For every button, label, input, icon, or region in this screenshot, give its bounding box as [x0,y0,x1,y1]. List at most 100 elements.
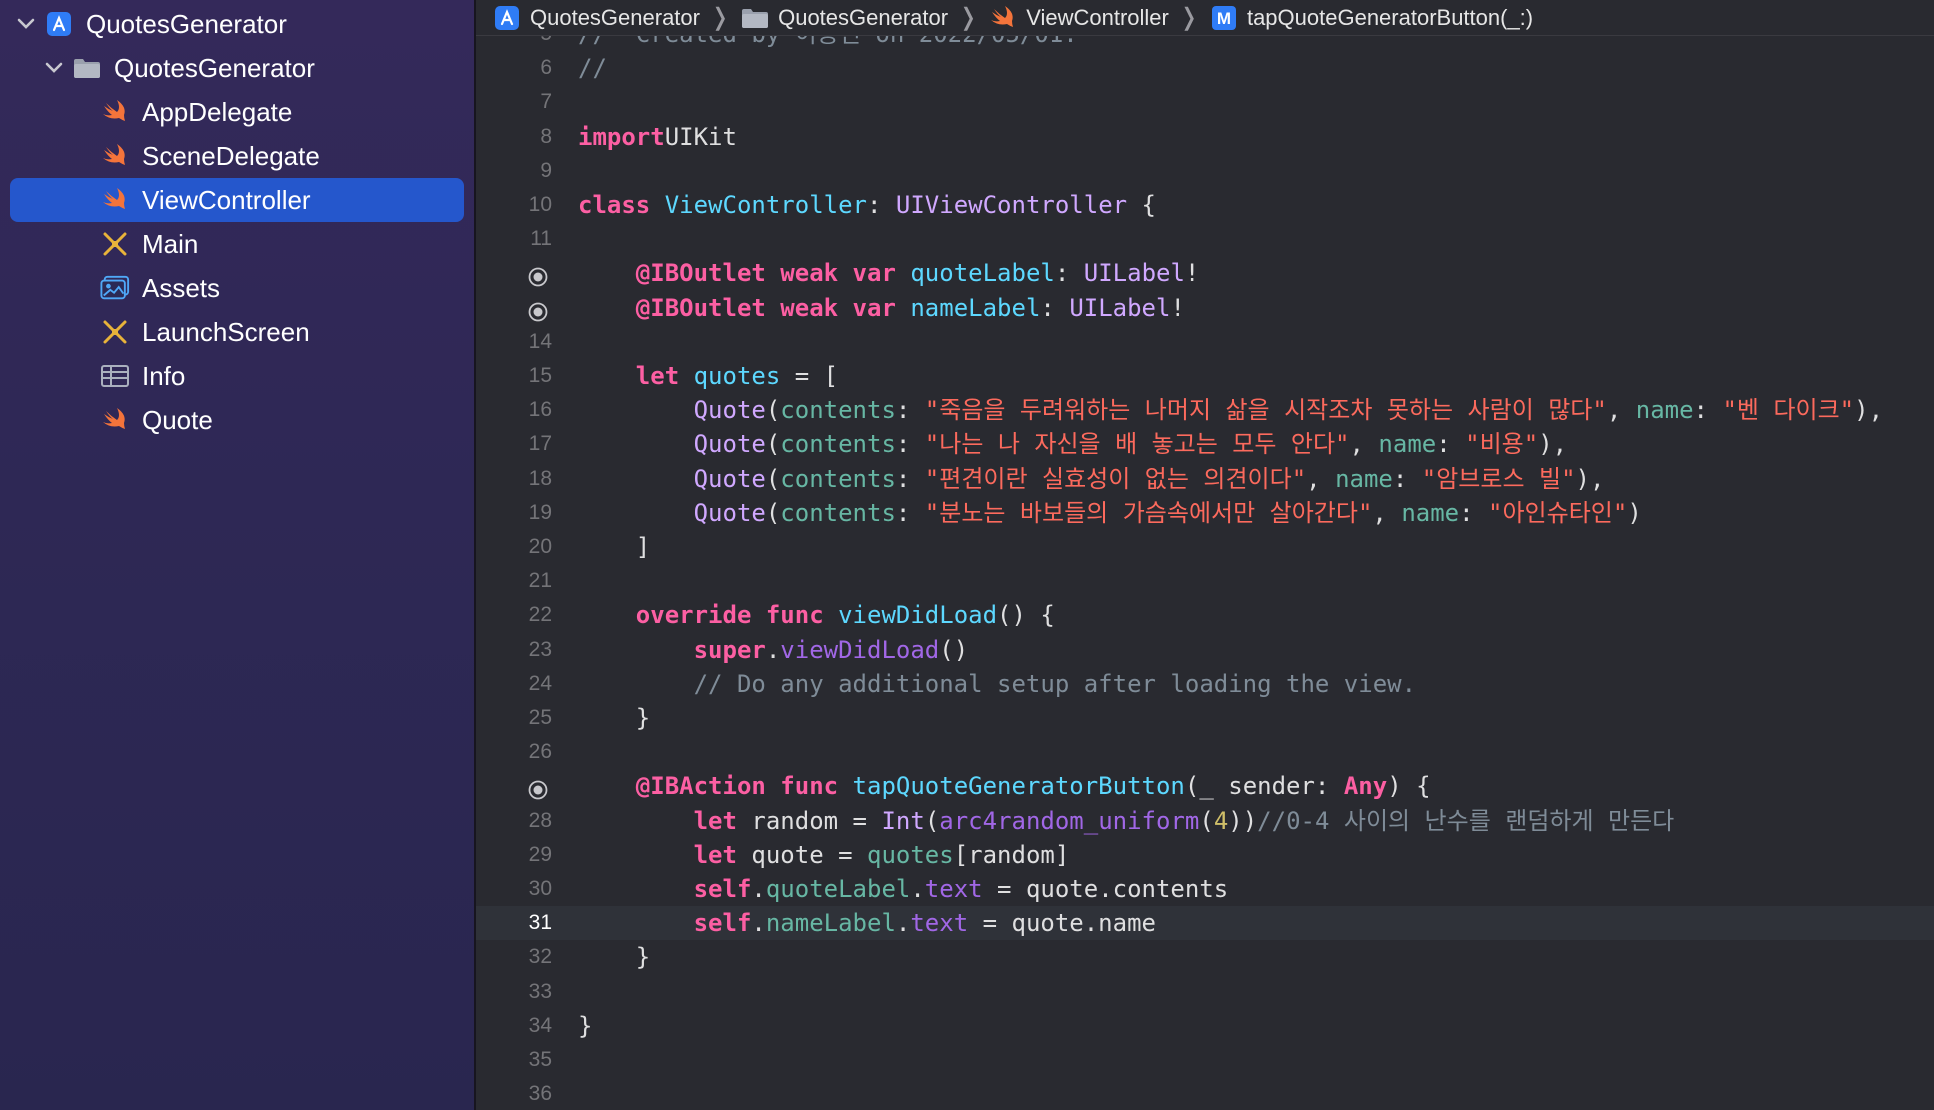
code-text: Quote(contents: "편견이란 실효성이 없는 의견이다", nam… [578,462,1605,496]
navigator-item-quote[interactable]: Quote [0,398,454,442]
code-line[interactable]: 33 [476,975,1934,1009]
code-text: @IBOutlet weak var quoteLabel: UILabel! [578,256,1200,290]
code-line[interactable]: @IBOutlet weak var nameLabel: UILabel! [476,291,1934,325]
breadcrumb-label: tapQuoteGeneratorButton(_:) [1246,4,1534,30]
chevron-down-icon[interactable] [14,12,38,36]
code-token: : [895,430,925,459]
code-token: viewDidLoad [780,635,940,664]
code-text: self.quoteLabel.text = quote.contents [578,872,1229,906]
code-line[interactable]: 11 [476,222,1934,256]
code-token: contents [780,498,896,527]
code-line[interactable]: 25 } [476,701,1934,735]
code-line[interactable]: 6 // [476,51,1934,85]
code-token: func [780,772,839,801]
navigator-item-launchscreen[interactable]: LaunchScreen [0,310,454,354]
code-line[interactable]: 29 let quote = quotes[random] [476,838,1934,872]
code-line[interactable]: @IBOutlet weak var quoteLabel: UILabel! [476,256,1934,290]
code-token: arc4random_uniform [939,806,1200,835]
code-line[interactable]: 34} [476,1009,1934,1043]
code-token: Int [881,806,925,835]
line-number: 29 [528,842,552,866]
code-line[interactable]: 7 [476,85,1934,119]
navigator-item-info[interactable]: Info [0,354,454,398]
outlet-connected-icon[interactable] [528,262,548,287]
code-token: "분노는 바보들의 가슴속에서만 살아간다" [924,498,1373,527]
code-line[interactable]: 15 let quotes = [ [476,359,1934,393]
code-text: ] [578,530,650,564]
code-line[interactable]: 36 [476,1077,1934,1110]
swift-file-icon [100,405,130,435]
code-token: = [ [780,362,839,390]
code-token: var [852,293,896,322]
navigator-item-viewcontroller[interactable]: ViewController [10,178,464,222]
navigator-item-quotesgenerator[interactable]: QuotesGenerator [0,46,454,90]
code-text: let random = Int(arc4random_uniform(4))/… [578,804,1675,838]
outlet-connected-icon[interactable] [528,775,548,800]
code-token: nameLabel [910,293,1041,322]
code-text: let quotes = [ [578,359,838,393]
code-token: @IBAction [635,772,766,801]
code-line[interactable]: 19 Quote(contents: "분노는 바보들의 가슴속에서만 살아간다… [476,496,1934,530]
code-line[interactable]: 28 let random = Int(arc4random_uniform(4… [476,804,1934,838]
code-token: "벤 다이크" [1722,396,1855,425]
code-line[interactable]: 21 [476,564,1934,598]
navigator-item-appdelegate[interactable]: AppDelegate [0,90,454,134]
line-number: 18 [528,466,552,490]
code-line[interactable]: 20 ] [476,530,1934,564]
code-line[interactable]: 16 Quote(contents: "죽음을 두려워하는 나머지 삶을 시작조… [476,393,1934,427]
chevron-down-icon[interactable] [42,56,66,80]
navigator-item-quotesgenerator[interactable]: QuotesGenerator [0,2,454,46]
source-editor[interactable]: QuotesGenerator ❭ QuotesGenerator ❭ ViewCont… [476,0,1934,1110]
outlet-connected-icon[interactable] [528,297,548,321]
breadcrumb-item[interactable]: QuotesGenerator [740,3,948,33]
code-token: UILabel [1083,259,1185,288]
code-token: ), [1854,396,1884,425]
navigator-item-scenedelegate[interactable]: SceneDelegate [0,134,454,178]
code-token: . [751,909,766,938]
breadcrumb-item[interactable]: QuotesGenerator [492,3,700,33]
code-line[interactable]: 32 } [476,940,1934,974]
code-line[interactable]: @IBAction func tapQuoteGeneratorButton(_… [476,769,1934,803]
code-token: ( [765,430,781,459]
svg-text:M: M [1217,9,1231,28]
code-line[interactable]: 23 super.viewDidLoad() [476,633,1934,667]
breadcrumb-item[interactable]: MtapQuoteGeneratorButton(_:) [1209,3,1533,33]
code-line[interactable]: 22 override func viewDidLoad() { [476,598,1934,632]
code-line[interactable]: 18 Quote(contents: "편견이란 실효성이 없는 의견이다", … [476,462,1934,496]
code-line[interactable]: 17 Quote(contents: "나는 나 자신을 배 놓고는 모두 안다… [476,427,1934,461]
code-line[interactable]: 26 [476,735,1934,769]
code-line[interactable]: 14 [476,325,1934,359]
code-line[interactable]: 35 [476,1043,1934,1077]
code-line[interactable]: 9 [476,154,1934,188]
plist-table-icon [100,361,130,391]
navigator-item-main[interactable]: Main [0,222,454,266]
line-number: 17 [528,432,552,456]
code-line[interactable]: 30 self.quoteLabel.text = quote.contents [476,872,1934,906]
line-number: 8 [540,124,552,148]
code-line[interactable]: 31 self.nameLabel.text = quote.name [476,906,1934,941]
code-text: } [578,940,650,974]
code-line[interactable]: 8 importUIKit [476,120,1934,154]
code-token: } [578,704,651,732]
code-token: Any [1343,772,1388,801]
breadcrumb-item[interactable]: ViewController [988,3,1169,33]
code-token: . [765,635,781,664]
method-m-icon: M [1209,3,1239,33]
code-token: ) [1627,498,1642,527]
code-line[interactable]: 10 class ViewController: UIViewController… [476,188,1934,222]
code-token: "나는 나 자신을 배 놓고는 모두 안다" [924,430,1350,459]
code-line[interactable]: 24 // Do any additional setup after load… [476,667,1934,701]
code-token: : [1392,464,1422,493]
code-token: ! [1170,293,1185,322]
navigator-item-assets[interactable]: Assets [0,266,454,310]
line-number: 19 [528,500,552,524]
code-token: (_ sender: [1184,772,1344,801]
